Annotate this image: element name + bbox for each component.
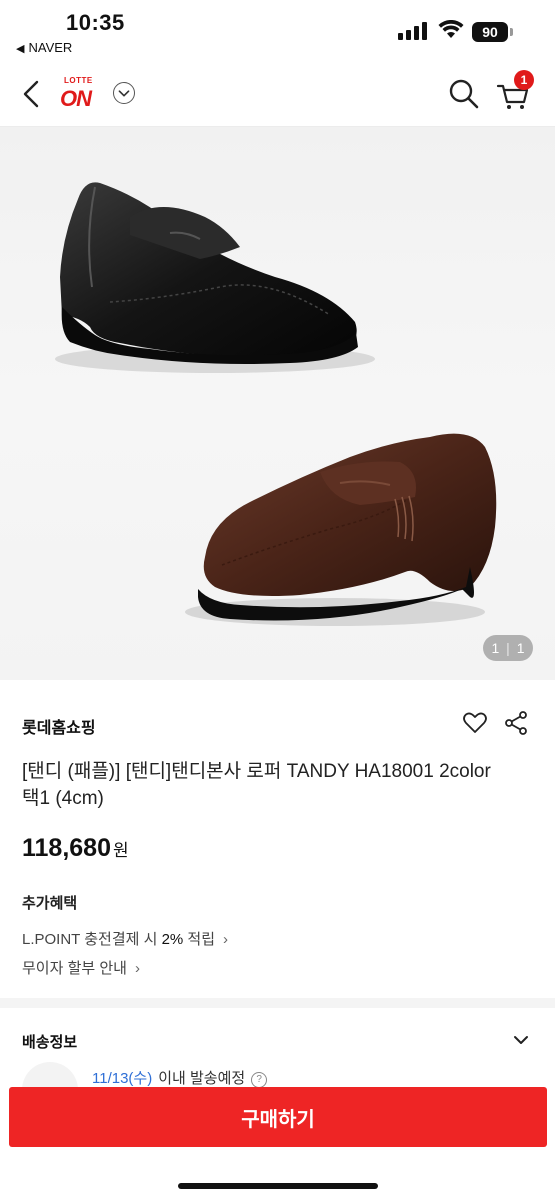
benefit-lpoint-link[interactable]: L.POINT 충전결제 시 2% 적립 › (22, 928, 228, 949)
product-image-gallery[interactable]: 1 | 1 (0, 127, 555, 680)
shipping-date: 11/13(수) (92, 1070, 153, 1087)
chevron-right-icon: › (134, 960, 140, 977)
lotteon-logo[interactable]: LOTTE ON (58, 74, 108, 114)
cart-count-badge: 1 (514, 70, 534, 90)
back-arrow-icon[interactable] (18, 76, 48, 112)
image-counter-separator: | (506, 640, 510, 656)
chevron-down-icon[interactable] (511, 1030, 531, 1050)
product-price: 118,680 원 (22, 834, 129, 863)
wifi-icon (438, 20, 464, 38)
benefit-lpoint-rate: 2% (161, 931, 184, 948)
status-bar: 10:35 ◀ NAVER 90 (0, 0, 555, 62)
logo-on-text: ON (60, 86, 92, 111)
back-to-app-link[interactable]: ◀ NAVER (16, 40, 72, 55)
price-value: 118,680 (22, 834, 111, 862)
share-icon[interactable] (504, 710, 528, 736)
battery-tip (510, 28, 513, 36)
benefit-installment-label: 무이자 할부 안내 (22, 960, 127, 977)
benefits-title: 추가혜택 (22, 895, 78, 912)
image-counter: 1 | 1 (483, 635, 533, 661)
image-counter-total: 1 (516, 640, 525, 656)
back-app-label: NAVER (28, 40, 73, 55)
home-indicator (178, 1183, 378, 1189)
benefit-lpoint-suffix: 적립 (183, 931, 216, 948)
battery-indicator: 90 (472, 22, 508, 42)
cellular-signal-icon (398, 22, 432, 40)
status-time: 10:35 (66, 10, 125, 35)
loafer-shoes-image (55, 182, 497, 626)
image-counter-current: 1 (491, 640, 500, 656)
benefit-lpoint-prefix: L.POINT 충전결제 시 (22, 931, 162, 948)
logo-lotte-text: LOTTE (64, 76, 93, 85)
back-triangle-icon: ◀ (16, 43, 25, 55)
chevron-right-icon: › (223, 931, 229, 948)
price-unit: 원 (113, 841, 129, 860)
shipping-text: 이내 발송예정 (158, 1070, 246, 1087)
shipping-estimate: 11/13(수) 이내 발송예정? (92, 1067, 268, 1088)
chevron-down-icon[interactable] (113, 82, 135, 104)
help-icon[interactable]: ? (251, 1072, 268, 1088)
heart-icon[interactable] (462, 710, 488, 736)
top-navigation: LOTTE ON 1 (0, 62, 555, 127)
seller-name[interactable]: 롯데홈쇼핑 (22, 714, 96, 738)
product-title: [탠디 (패플)] [탠디]탠디본사 로퍼 TANDY HA18001 2col… (22, 761, 491, 809)
buy-button[interactable]: 구매하기 (9, 1087, 547, 1147)
section-divider (0, 998, 555, 1008)
shipping-title: 배송정보 (22, 1034, 78, 1051)
benefit-installment-link[interactable]: 무이자 할부 안내 › (22, 957, 140, 978)
search-icon[interactable] (448, 78, 480, 110)
